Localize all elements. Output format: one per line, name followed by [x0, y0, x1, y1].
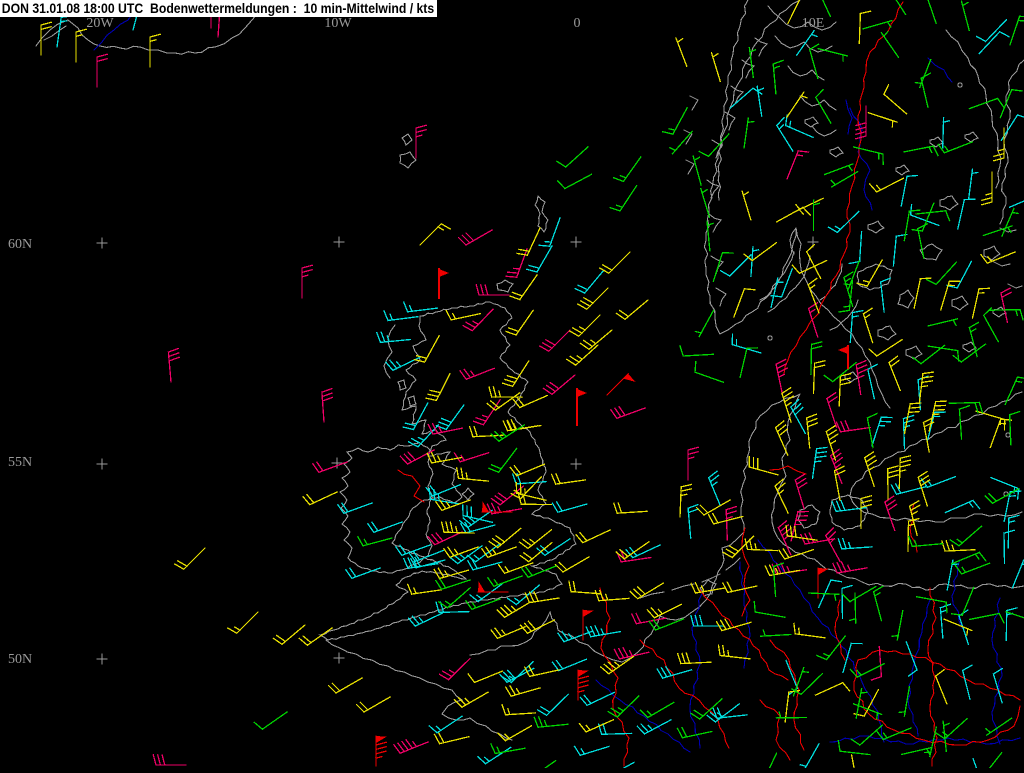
svg-text:60N: 60N [8, 237, 32, 252]
svg-text:10E: 10E [802, 16, 825, 31]
svg-text:50N: 50N [8, 652, 32, 667]
svg-text:20W: 20W [86, 16, 114, 31]
svg-text:0: 0 [574, 16, 581, 31]
svg-text:55N: 55N [8, 455, 32, 470]
svg-text:10W: 10W [324, 16, 352, 31]
